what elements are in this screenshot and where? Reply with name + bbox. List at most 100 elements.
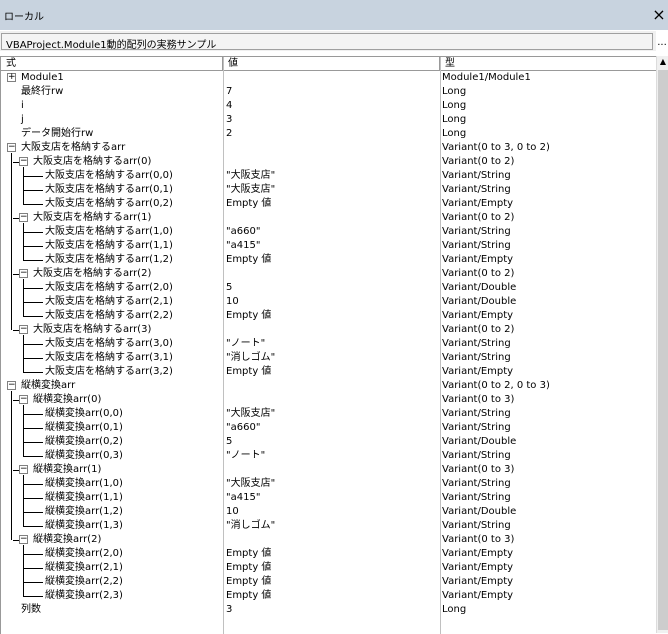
column-header-type[interactable]: 型 bbox=[440, 57, 657, 70]
collapse-minus-icon[interactable]: − bbox=[19, 465, 28, 474]
expand-plus-icon[interactable]: + bbox=[7, 73, 16, 82]
table-row[interactable]: 縦横変換arr(1,1) "a415" Variant/String bbox=[1, 491, 657, 505]
table-row[interactable]: データ開始行rw 2 Long bbox=[1, 127, 657, 141]
value-cell: "大阪支店" bbox=[226, 184, 276, 195]
column-header-expression[interactable]: 式 bbox=[1, 57, 223, 70]
table-row[interactable]: − 大阪支店を格納するarr(0) Variant(0 to 2) bbox=[1, 155, 657, 169]
expression-cell: − 大阪支店を格納するarr(0) bbox=[1, 155, 223, 169]
expression-cell: 縦横変換arr(0,0) bbox=[1, 407, 223, 421]
table-row[interactable]: 縦横変換arr(2,3) Empty 値 Variant/Empty bbox=[1, 589, 657, 603]
table-row[interactable]: − 大阪支店を格納するarr(3) Variant(0 to 2) bbox=[1, 323, 657, 337]
value-cell: Empty 値 bbox=[226, 562, 272, 573]
table-row[interactable]: 大阪支店を格納するarr(0,1) "大阪支店" Variant/String bbox=[1, 183, 657, 197]
collapse-minus-icon[interactable]: − bbox=[19, 213, 28, 222]
tree-connector bbox=[23, 512, 43, 513]
table-row[interactable]: 列数 3 Long bbox=[1, 603, 657, 617]
expression-cell: − 縦横変換arr(2) bbox=[1, 533, 223, 547]
table-row[interactable]: j 3 Long bbox=[1, 113, 657, 127]
expression-cell: 大阪支店を格納するarr(2,2) bbox=[1, 309, 223, 323]
table-row[interactable]: 縦横変換arr(2,1) Empty 値 Variant/Empty bbox=[1, 561, 657, 575]
value-cell bbox=[226, 71, 438, 85]
expression-cell: 大阪支店を格納するarr(0,0) bbox=[1, 169, 223, 183]
type-cell: Variant/String bbox=[442, 520, 511, 531]
collapse-minus-icon[interactable]: − bbox=[7, 143, 16, 152]
table-row[interactable]: 縦横変換arr(1,3) "消しゴム" Variant/String bbox=[1, 519, 657, 533]
scroll-up-arrow-icon[interactable]: ▲ bbox=[657, 56, 668, 68]
tree-connector bbox=[13, 400, 19, 401]
value-cell: 4 bbox=[226, 100, 233, 111]
table-row[interactable]: − 縦横変換arr Variant(0 to 2, 0 to 3) bbox=[1, 379, 657, 393]
expression-cell: 大阪支店を格納するarr(1,1) bbox=[1, 239, 223, 253]
vertical-scrollbar[interactable]: ▲ bbox=[656, 56, 668, 633]
table-row[interactable]: 大阪支店を格納するarr(1,1) "a415" Variant/String bbox=[1, 239, 657, 253]
type-cell: Variant/String bbox=[442, 408, 511, 419]
tree-connector bbox=[13, 218, 19, 219]
expression-cell: 大阪支店を格納するarr(3,1) bbox=[1, 351, 223, 365]
table-row[interactable]: 大阪支店を格納するarr(2,0) 5 Variant/Double bbox=[1, 281, 657, 295]
collapse-minus-icon[interactable]: − bbox=[19, 395, 28, 404]
table-row[interactable]: − 縦横変換arr(0) Variant(0 to 3) bbox=[1, 393, 657, 407]
type-cell: Variant/Empty bbox=[442, 576, 514, 587]
table-row[interactable]: 大阪支店を格納するarr(0,2) Empty 値 Variant/Empty bbox=[1, 197, 657, 211]
table-row[interactable]: 大阪支店を格納するarr(2,2) Empty 値 Variant/Empty bbox=[1, 309, 657, 323]
table-row[interactable]: − 大阪支店を格納するarr Variant(0 to 3, 0 to 2) bbox=[1, 141, 657, 155]
type-cell: Variant(0 to 3, 0 to 2) bbox=[442, 142, 550, 153]
collapse-minus-icon[interactable]: − bbox=[7, 381, 16, 390]
table-row[interactable]: 縦横変換arr(0,1) "a660" Variant/String bbox=[1, 421, 657, 435]
value-cell: "a415" bbox=[226, 492, 261, 503]
table-row[interactable]: 縦横変換arr(2,2) Empty 値 Variant/Empty bbox=[1, 575, 657, 589]
expression-cell: 大阪支店を格納するarr(1,0) bbox=[1, 225, 223, 239]
column-divider[interactable] bbox=[223, 57, 224, 634]
table-row[interactable]: − 縦横変換arr(1) Variant(0 to 3) bbox=[1, 463, 657, 477]
expression-cell: 縦横変換arr(0,1) bbox=[1, 421, 223, 435]
column-header-value[interactable]: 値 bbox=[223, 57, 440, 70]
expression-label: 大阪支店を格納するarr(0,0) bbox=[45, 170, 173, 181]
value-cell: Empty 値 bbox=[226, 590, 272, 601]
type-cell: Variant(0 to 2) bbox=[442, 156, 515, 167]
value-cell: "消しゴム" bbox=[226, 352, 276, 363]
expression-cell: 大阪支店を格納するarr(2,1) bbox=[1, 295, 223, 309]
value-cell: 5 bbox=[226, 282, 233, 293]
tree-connector bbox=[23, 190, 43, 191]
tree-connector bbox=[23, 526, 43, 527]
type-cell: Variant/String bbox=[442, 338, 511, 349]
expression-cell: 縦横変換arr(2,3) bbox=[1, 589, 223, 603]
expression-cell: 大阪支店を格納するarr(0,2) bbox=[1, 197, 223, 211]
table-row[interactable]: − 大阪支店を格納するarr(2) Variant(0 to 2) bbox=[1, 267, 657, 281]
table-row[interactable]: 大阪支店を格納するarr(1,2) Empty 値 Variant/Empty bbox=[1, 253, 657, 267]
table-row[interactable]: + Module1 Module1/Module1 bbox=[1, 71, 657, 85]
table-row[interactable]: 最終行rw 7 Long bbox=[1, 85, 657, 99]
table-row[interactable]: i 4 Long bbox=[1, 99, 657, 113]
collapse-minus-icon[interactable]: − bbox=[19, 269, 28, 278]
column-divider[interactable] bbox=[440, 57, 441, 634]
table-row[interactable]: 大阪支店を格納するarr(3,0) "ノート" Variant/String bbox=[1, 337, 657, 351]
call-stack-button[interactable]: ... bbox=[656, 36, 668, 54]
table-row[interactable]: 大阪支店を格納するarr(1,0) "a660" Variant/String bbox=[1, 225, 657, 239]
table-row[interactable]: 縦横変換arr(0,0) "大阪支店" Variant/String bbox=[1, 407, 657, 421]
value-cell bbox=[226, 323, 438, 337]
table-row[interactable]: 縦横変換arr(0,3) "ノート" Variant/String bbox=[1, 449, 657, 463]
table-row[interactable]: 大阪支店を格納するarr(0,0) "大阪支店" Variant/String bbox=[1, 169, 657, 183]
grid-rows: + Module1 Module1/Module1 最終行rw 7 Long i 4 Long j… bbox=[1, 71, 657, 634]
tree-connector bbox=[23, 456, 43, 457]
expression-cell: − 縦横変換arr(1) bbox=[1, 463, 223, 477]
collapse-minus-icon[interactable]: − bbox=[19, 325, 28, 334]
scrollbar-thumb[interactable] bbox=[658, 70, 668, 630]
value-cell: 10 bbox=[226, 296, 239, 307]
table-row[interactable]: − 縦横変換arr(2) Variant(0 to 3) bbox=[1, 533, 657, 547]
table-row[interactable]: 大阪支店を格納するarr(3,1) "消しゴム" Variant/String bbox=[1, 351, 657, 365]
table-row[interactable]: 縦横変換arr(0,2) 5 Variant/Double bbox=[1, 435, 657, 449]
collapse-minus-icon[interactable]: − bbox=[19, 535, 28, 544]
value-cell bbox=[226, 211, 438, 225]
value-cell: "a415" bbox=[226, 240, 261, 251]
table-row[interactable]: 縦横変換arr(2,0) Empty 値 Variant/Empty bbox=[1, 547, 657, 561]
close-button[interactable]: × bbox=[650, 3, 668, 27]
table-row[interactable]: 縦横変換arr(1,0) "大阪支店" Variant/String bbox=[1, 477, 657, 491]
table-row[interactable]: 大阪支店を格納するarr(3,2) Empty 値 Variant/Empty bbox=[1, 365, 657, 379]
expression-cell: 大阪支店を格納するarr(3,2) bbox=[1, 365, 223, 379]
table-row[interactable]: − 大阪支店を格納するarr(1) Variant(0 to 2) bbox=[1, 211, 657, 225]
table-row[interactable]: 大阪支店を格納するarr(2,1) 10 Variant/Double bbox=[1, 295, 657, 309]
table-row[interactable]: 縦横変換arr(1,2) 10 Variant/Double bbox=[1, 505, 657, 519]
collapse-minus-icon[interactable]: − bbox=[19, 157, 28, 166]
expression-label: Module1 bbox=[21, 72, 64, 83]
